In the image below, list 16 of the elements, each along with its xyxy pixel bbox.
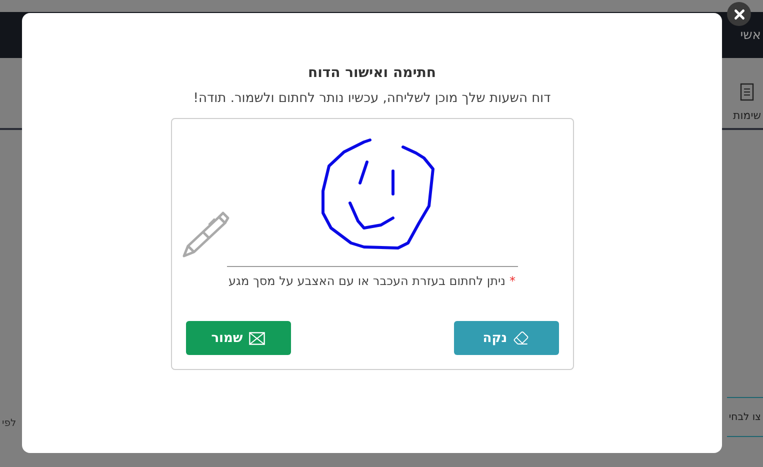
dialog-subtitle: דוח השעות שלך מוכן לשליחה, עכשיו נותר לחתום ולשמור. תודה! (193, 91, 551, 106)
header-title: אשי (740, 28, 761, 42)
close-icon (732, 6, 746, 22)
dialog-title: חתימה ואישור הדוח (308, 65, 436, 81)
pen-icon (180, 209, 230, 259)
tab[interactable]: שימות (733, 58, 761, 128)
signature-pad[interactable]: * ניתן לחתום בעזרת העכבר או עם האצבע על מסך מגע נקה שמור (170, 118, 574, 370)
side-button[interactable]: צו לבחי (726, 397, 763, 437)
signature-hint: * ניתן לחתום בעזרת העכבר או עם האצבע על מסך מגע (228, 274, 516, 288)
envelope-icon (248, 332, 265, 344)
eraser-icon (513, 330, 530, 346)
close-button[interactable] (727, 2, 751, 26)
list-icon (740, 83, 754, 101)
save-button[interactable]: שמור (186, 321, 290, 355)
clear-button[interactable]: נקה (454, 321, 558, 355)
side-text: לפי (2, 418, 16, 429)
